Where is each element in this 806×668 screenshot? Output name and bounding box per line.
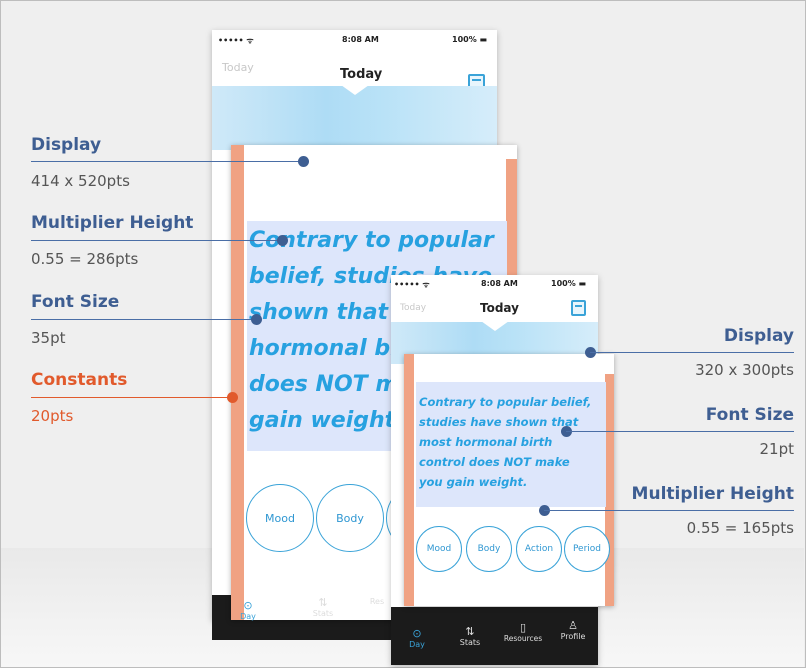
status-battery: 100% ▬ <box>551 279 587 288</box>
nav-back-today[interactable]: Today <box>400 303 426 313</box>
left-edge-bar <box>231 145 244 620</box>
nav-title: Today <box>480 301 519 315</box>
leader-dot <box>298 156 309 167</box>
quote-line: control does NOT make <box>419 455 570 469</box>
leader-line <box>544 510 794 511</box>
tab-day[interactable]: ⊙ Day <box>233 599 263 622</box>
annotation-multiplier-title-small: Multiplier Height <box>631 484 794 504</box>
annotation-multiplier-value: 0.55 = 286pts <box>31 250 139 268</box>
person-icon: ♙ <box>568 619 578 632</box>
tab-label: Stats <box>312 609 334 618</box>
annotation-font-size-value-small: 21pt <box>759 440 795 458</box>
tab-label: Day <box>409 640 425 649</box>
annotation-multiplier-value-small: 0.55 = 165pts <box>686 519 794 537</box>
status-time: 8:08 AM <box>481 279 518 288</box>
status-carrier: ••••• ᯤ <box>218 36 254 45</box>
header-band <box>212 85 497 150</box>
body-button[interactable]: Body <box>466 526 512 572</box>
clock-icon: ⊙ <box>412 627 422 640</box>
annotation-multiplier-title: Multiplier Height <box>31 213 194 233</box>
leader-dot <box>251 314 262 325</box>
small-card: Contrary to popular belief, studies have… <box>404 354 614 606</box>
tab-stats[interactable]: ⇅ Stats <box>308 596 338 619</box>
tab-label: Day <box>240 612 256 621</box>
period-button[interactable]: Period <box>564 526 610 572</box>
quote-text: Contrary to popular belief, studies have… <box>416 382 606 507</box>
mood-button[interactable]: Mood <box>416 526 462 572</box>
annotation-font-size-value: 35pt <box>31 329 66 347</box>
body-button[interactable]: Body <box>316 484 384 552</box>
tab-stats[interactable]: ⇅ Stats <box>455 625 485 648</box>
tab-resources[interactable]: Res <box>365 597 389 606</box>
annotation-constants-title: Constants <box>31 370 128 390</box>
clock-icon: ⊙ <box>243 599 253 612</box>
tab-label: Resources <box>503 634 543 643</box>
sort-arrows-icon: ⇅ <box>318 596 328 609</box>
sort-arrows-icon: ⇅ <box>465 625 475 638</box>
leader-dot <box>227 392 238 403</box>
status-battery: 100% ▬ <box>452 35 488 44</box>
tab-profile[interactable]: ♙ Profile <box>556 619 590 642</box>
leader-line <box>31 319 257 320</box>
leader-line <box>590 352 794 353</box>
status-time: 8:08 AM <box>342 35 379 44</box>
band-notch <box>340 85 369 95</box>
left-edge-bar <box>404 354 414 606</box>
leader-line <box>566 431 794 432</box>
quote-line: you gain weight. <box>419 475 528 489</box>
quote-line: most hormonal birth <box>419 435 553 449</box>
action-button[interactable]: Action <box>516 526 562 572</box>
book-icon: ▯ <box>519 621 527 634</box>
quote-line: Contrary to popular belief, <box>419 395 592 409</box>
annotation-font-size-title-small: Font Size <box>705 405 794 425</box>
annotation-font-size-title: Font Size <box>31 292 120 312</box>
leader-line <box>31 161 303 162</box>
annotation-display-value: 414 x 520pts <box>31 172 130 190</box>
tab-label: Profile <box>560 632 586 641</box>
band-notch <box>480 321 509 331</box>
status-carrier: ••••• ᯤ <box>394 280 430 289</box>
leader-dot <box>277 235 288 246</box>
nav-back-today[interactable]: Today <box>222 61 254 74</box>
tab-label: Stats <box>459 638 481 647</box>
right-edge-bar <box>605 374 614 606</box>
nav-title: Today <box>340 67 383 82</box>
tab-resources[interactable]: ▯ Resources <box>500 621 546 644</box>
tab-day[interactable]: ⊙ Day <box>404 627 430 650</box>
quote-line: studies have shown that <box>419 415 579 429</box>
annotation-display-title: Display <box>31 135 102 155</box>
annotation-display-title-small: Display <box>723 326 794 346</box>
annotation-constants-value: 20pts <box>31 407 74 425</box>
calendar-icon[interactable] <box>571 300 586 316</box>
leader-line <box>31 240 283 241</box>
tab-label: Res <box>369 597 385 606</box>
annotation-display-value-small: 320 x 300pts <box>695 361 794 379</box>
mood-button[interactable]: Mood <box>246 484 314 552</box>
leader-line <box>31 397 233 398</box>
